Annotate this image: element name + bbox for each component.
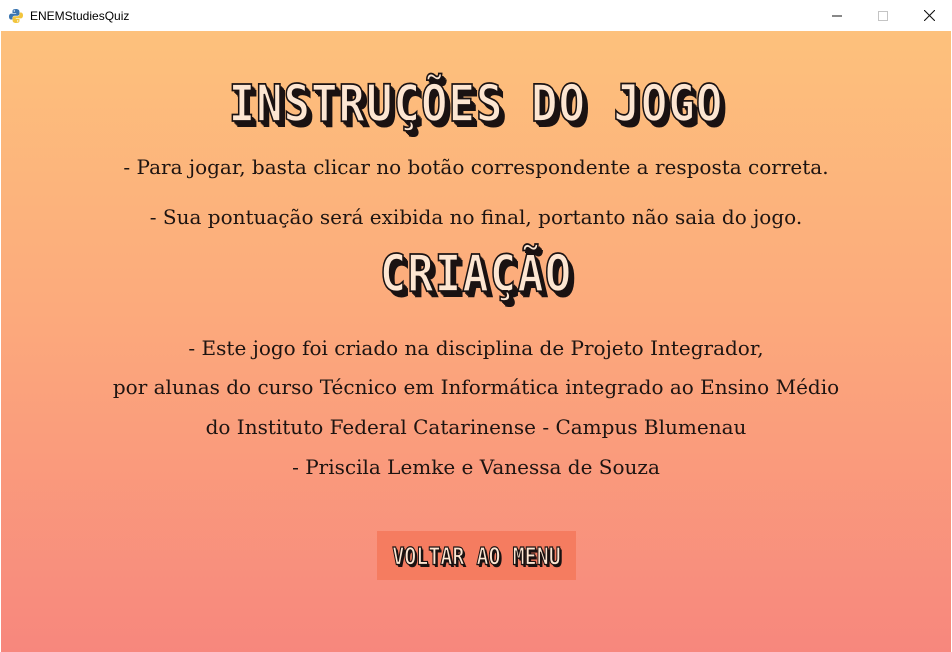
window-controls [814, 0, 952, 31]
credits-line: por alunas do curso Técnico em Informáti… [112, 375, 840, 399]
credits-line: - Priscila Lemke e Vanessa de Souza [292, 455, 660, 479]
maximize-button[interactable] [860, 0, 906, 31]
window-title: ENEMStudiesQuiz [30, 8, 130, 23]
back-to-menu-label: VOLTAR AO MENU [392, 540, 562, 570]
minimize-icon [832, 15, 842, 16]
instruction-line: - Para jogar, basta clicar no botão corr… [123, 155, 829, 179]
credits-line: - Este jogo foi criado na disciplina de … [188, 336, 764, 360]
python-icon [8, 8, 24, 24]
credits-line: do Instituto Federal Catarinense - Campu… [205, 415, 747, 439]
instructions-heading: INSTRUÇÕES DO JOGO [228, 75, 724, 134]
instruction-line: - Sua pontuação será exibida no final, p… [149, 205, 803, 229]
maximize-icon [878, 10, 888, 21]
title-bar[interactable]: ENEMStudiesQuiz [0, 0, 952, 31]
game-canvas: INSTRUÇÕES DO JOGO - Para jogar, basta c… [1, 31, 951, 652]
credits-heading: CRIAÇÃO [379, 245, 573, 304]
close-button[interactable] [906, 0, 952, 31]
close-icon [923, 10, 935, 21]
minimize-button[interactable] [814, 0, 860, 31]
back-to-menu-button[interactable]: VOLTAR AO MENU [377, 531, 576, 580]
app-window: ENEMStudiesQuiz INSTRUÇÕES DO JOGO - Par… [0, 0, 952, 652]
